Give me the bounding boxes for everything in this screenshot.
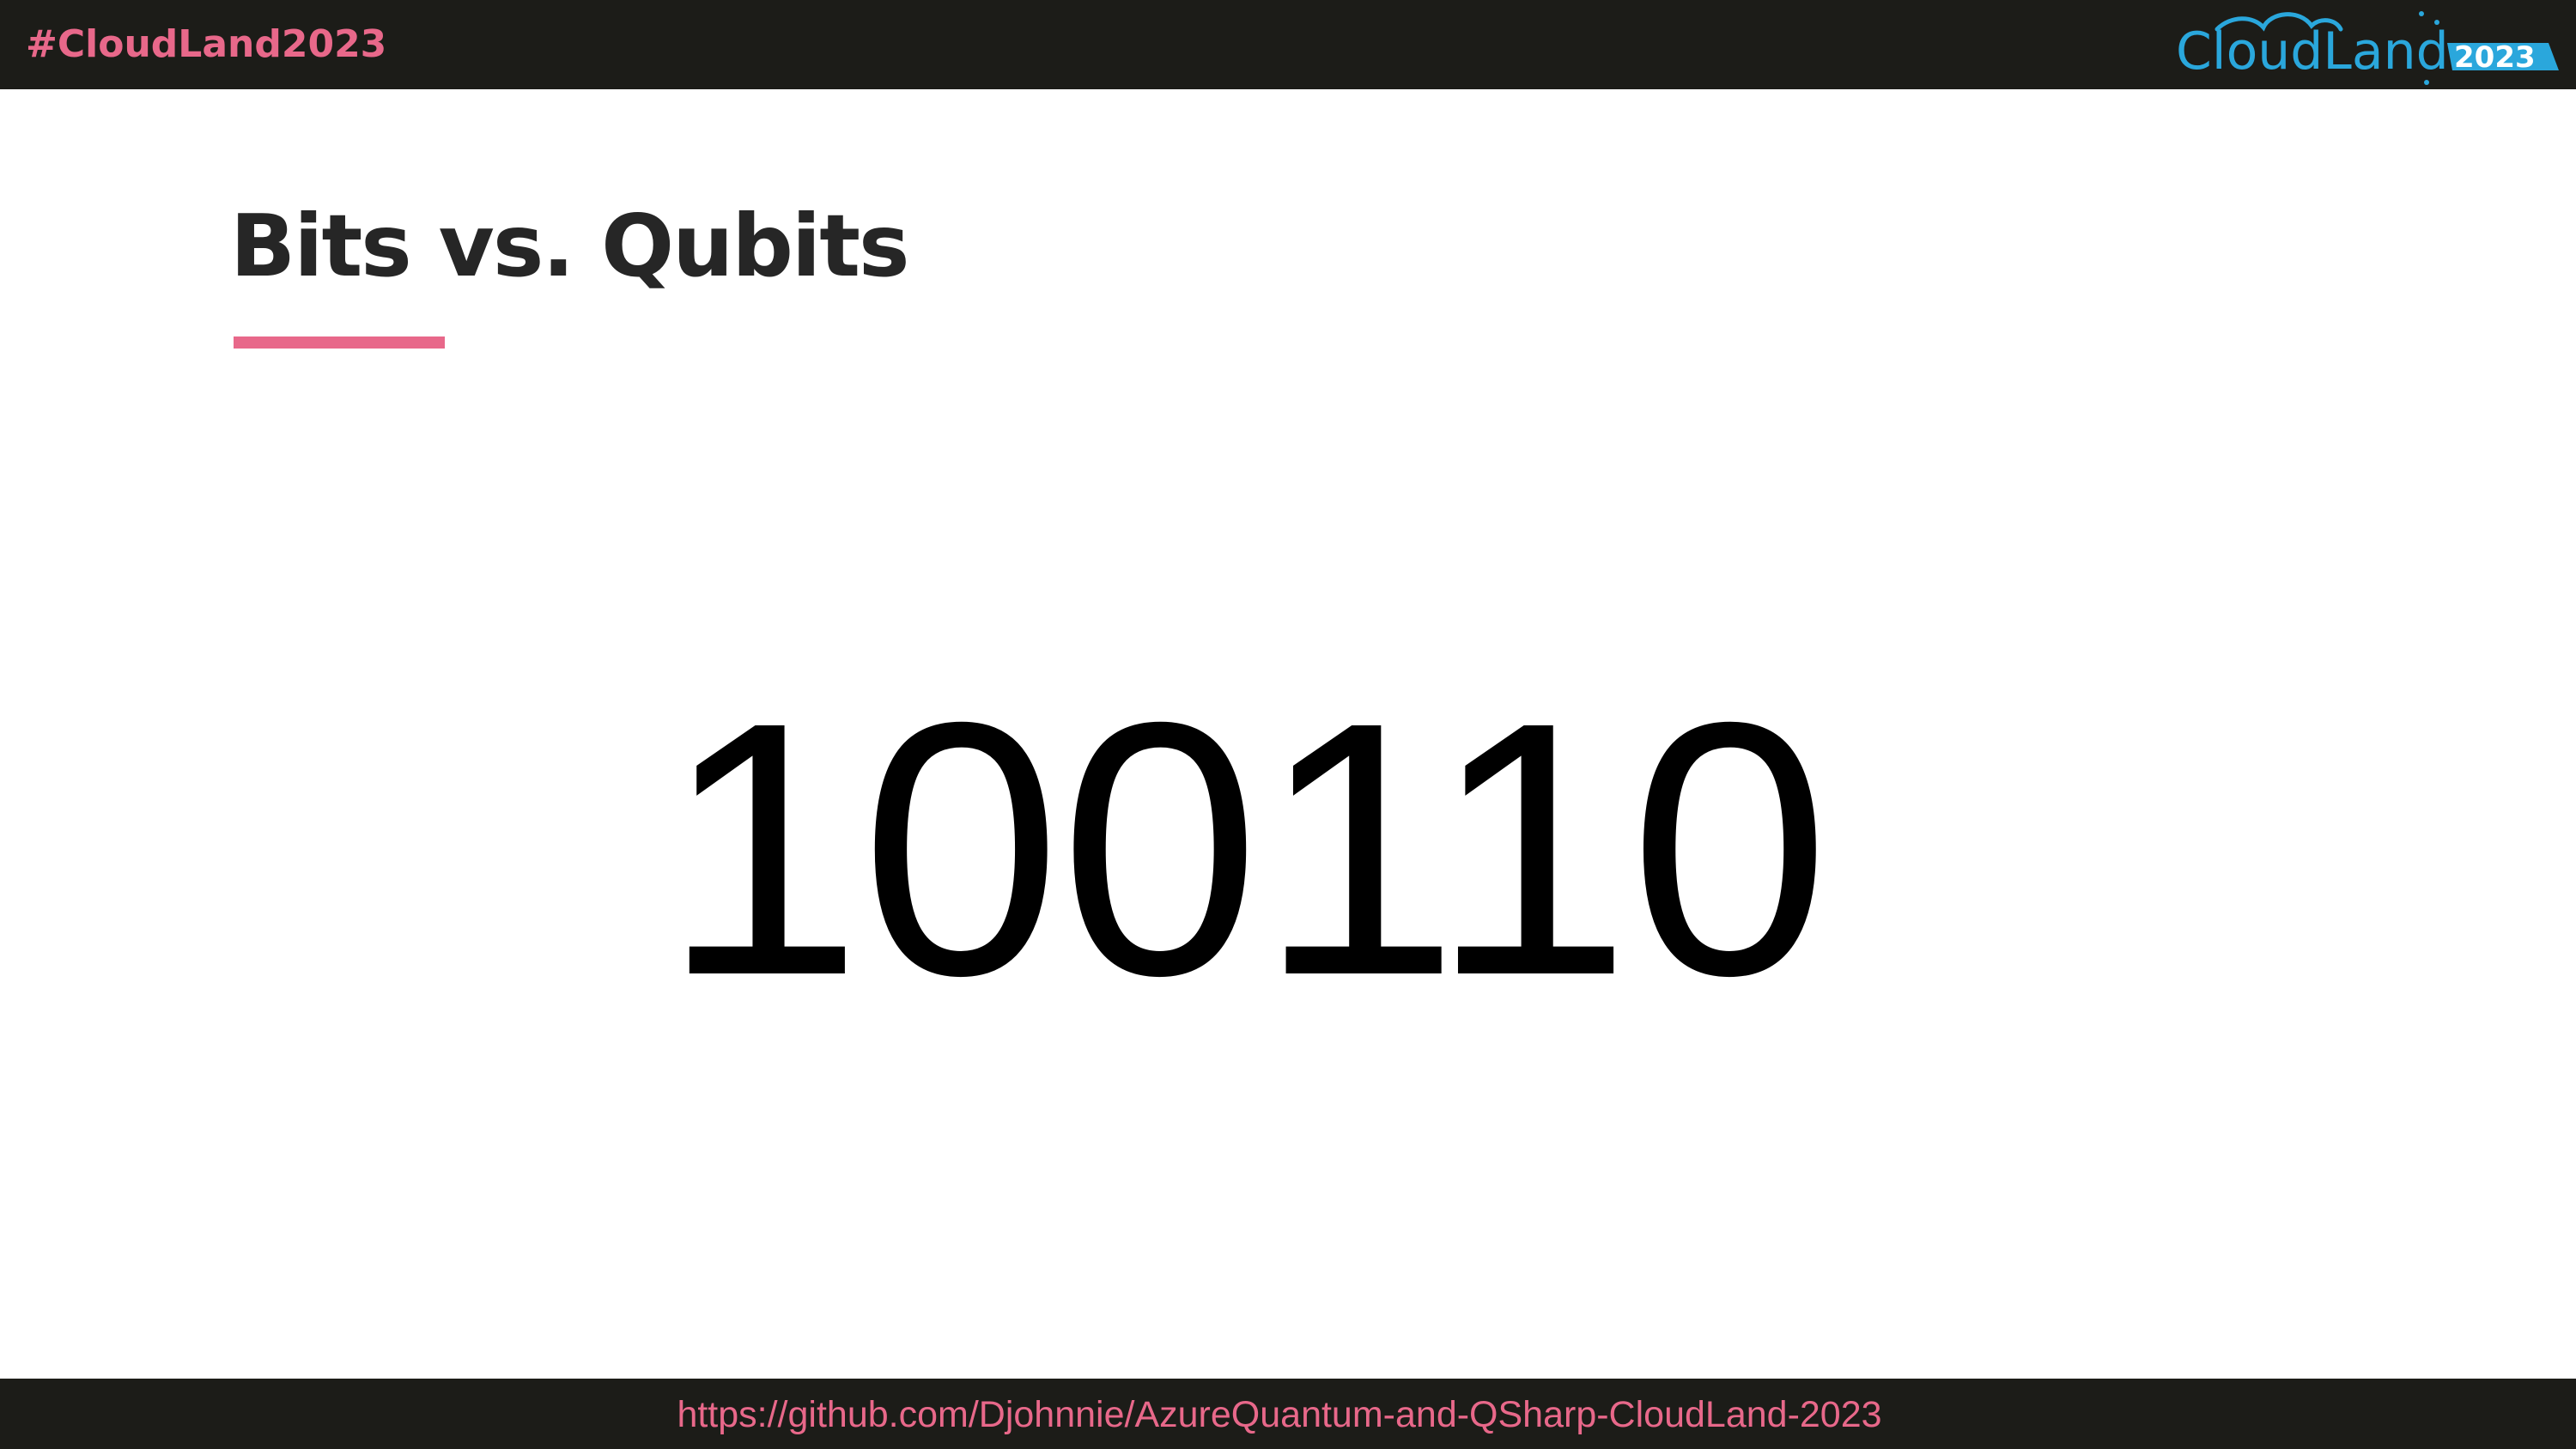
cloudland-logo: CloudLand 2023 (2176, 11, 2559, 85)
sparkle-icon (2419, 11, 2424, 16)
github-link[interactable]: https://github.com/Djohnnie/AzureQuantum… (0, 1391, 2559, 1439)
binary-number: 100110 (661, 648, 1830, 1051)
title-underline (234, 336, 445, 349)
logo-wordmark: CloudLand (2176, 21, 2449, 82)
logo-year: 2023 (2454, 40, 2536, 75)
top-bar: #CloudLand2023 CloudLand 2023 (0, 0, 2576, 89)
slide-title: Bits vs. Qubits (230, 196, 910, 296)
event-hashtag: #CloudLand2023 (26, 22, 387, 66)
